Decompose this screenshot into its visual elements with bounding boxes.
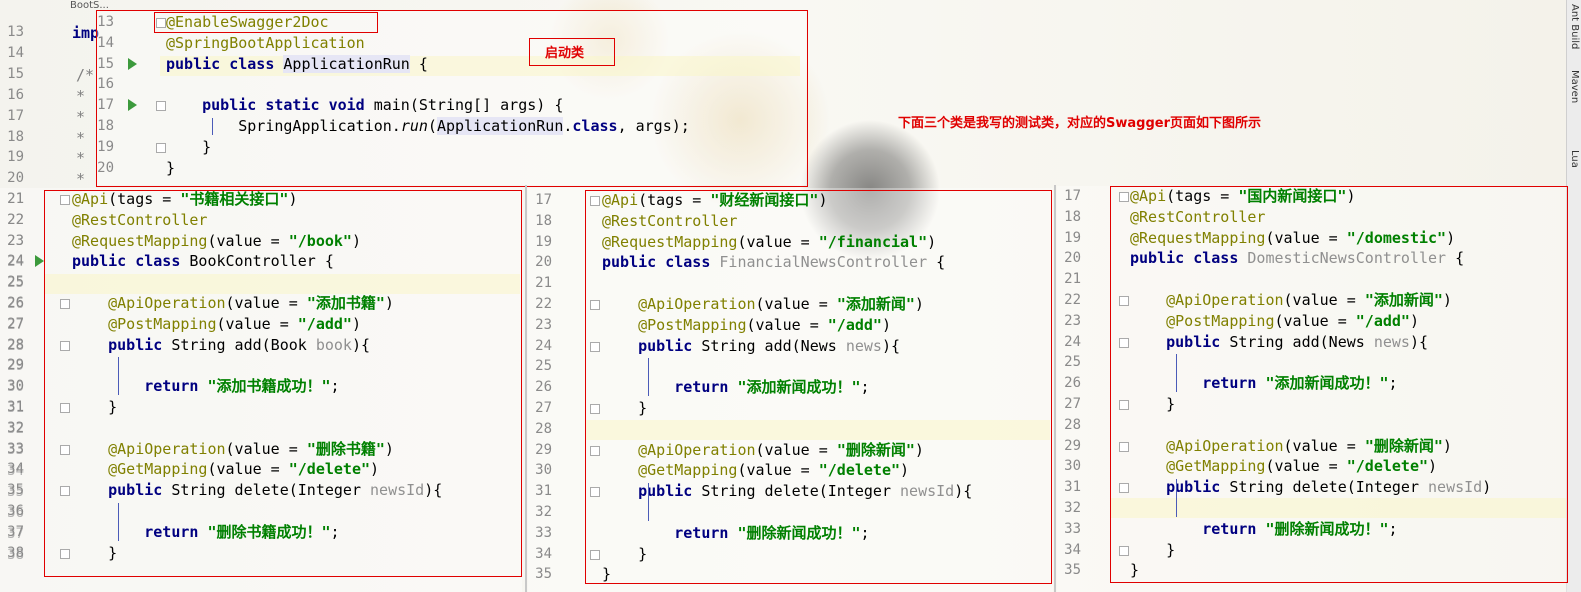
line-number: 22 bbox=[1064, 292, 1081, 308]
line-number: 28 bbox=[7, 336, 24, 353]
code-line-fragment: * bbox=[76, 86, 86, 105]
line-number: 33 bbox=[7, 440, 24, 457]
line-number: 33 bbox=[535, 524, 552, 541]
line-number: 35 bbox=[535, 566, 552, 583]
line-number: 13 bbox=[7, 24, 24, 40]
line-number: 23 bbox=[7, 232, 24, 249]
book-controller-highlight-box bbox=[44, 190, 522, 577]
line-number: 21 bbox=[7, 191, 24, 207]
line-number: 22 bbox=[7, 211, 24, 228]
line-number: 32 bbox=[7, 419, 24, 436]
line-number: 34 bbox=[7, 461, 24, 478]
line-number: 24 bbox=[535, 337, 552, 354]
ant-build-tab[interactable]: Ant Build bbox=[1569, 4, 1580, 49]
lua-tab[interactable]: Lua bbox=[1569, 150, 1580, 168]
line-number: 29 bbox=[535, 441, 552, 458]
line-number: 26 bbox=[7, 295, 24, 311]
line-number: 19 bbox=[535, 233, 552, 250]
line-number: 25 bbox=[535, 358, 552, 375]
line-number: 24 bbox=[1064, 333, 1081, 350]
line-number: 31 bbox=[1064, 479, 1081, 496]
line-number: 23 bbox=[1064, 312, 1081, 329]
line-number: 25 bbox=[7, 274, 24, 291]
line-number: 17 bbox=[535, 192, 552, 208]
line-number: 38 bbox=[7, 544, 24, 561]
line-number: 18 bbox=[535, 212, 552, 229]
line-number: 19 bbox=[1064, 229, 1081, 246]
line-number: 18 bbox=[7, 128, 24, 145]
line-number: 20 bbox=[1064, 250, 1081, 267]
line-number: 19 bbox=[7, 149, 24, 166]
line-number: 27 bbox=[535, 400, 552, 416]
line-number: 32 bbox=[1064, 500, 1081, 516]
line-number: 24 bbox=[7, 253, 24, 270]
line-number: 36 bbox=[7, 503, 24, 519]
line-number: 30 bbox=[7, 378, 24, 395]
line-number: 29 bbox=[1064, 437, 1081, 454]
line-number: 25 bbox=[1064, 354, 1081, 371]
financial-controller-highlight-box bbox=[585, 190, 1052, 584]
line-number: 35 bbox=[1064, 562, 1081, 579]
line-number: 27 bbox=[1064, 396, 1081, 412]
line-number: 17 bbox=[1064, 188, 1081, 204]
code-line-fragment: * bbox=[76, 107, 86, 126]
editor-tab[interactable]: BootS... bbox=[70, 0, 109, 11]
line-number: 27 bbox=[7, 315, 24, 332]
line-number: 20 bbox=[535, 254, 552, 271]
line-number: 29 bbox=[7, 357, 24, 374]
line-number: 35 bbox=[7, 482, 24, 499]
line-number: 30 bbox=[535, 462, 552, 479]
line-number: 14 bbox=[7, 44, 24, 61]
line-number: 33 bbox=[1064, 520, 1081, 537]
line-number: 30 bbox=[1064, 458, 1081, 475]
run-gutter-icon[interactable] bbox=[35, 255, 44, 268]
enable-swagger-highlight-box bbox=[154, 12, 378, 33]
line-number: 28 bbox=[535, 420, 552, 437]
line-number: 31 bbox=[535, 483, 552, 500]
line-number: 37 bbox=[7, 523, 24, 540]
line-number: 17 bbox=[7, 107, 24, 124]
startup-class-label: 启动类 bbox=[545, 46, 585, 61]
line-number: 21 bbox=[1064, 271, 1081, 288]
maven-tab[interactable]: Maven bbox=[1569, 70, 1580, 103]
line-number: 26 bbox=[535, 379, 552, 396]
application-run-highlight-box bbox=[96, 10, 808, 187]
line-number: 32 bbox=[535, 504, 552, 520]
line-number: 21 bbox=[535, 275, 552, 292]
code-line-fragment: * bbox=[76, 149, 86, 168]
right-tool-strip: Ant Build Maven Lua bbox=[1566, 0, 1581, 592]
test-class-note: 下面三个类是我写的测试类，对应的Swagger页面如下图所示 bbox=[898, 116, 1261, 131]
code-line-fragment: * bbox=[76, 128, 86, 147]
line-number: 22 bbox=[535, 296, 552, 312]
line-number: 15 bbox=[7, 65, 24, 82]
line-number: 34 bbox=[535, 545, 552, 562]
line-number: 34 bbox=[1064, 541, 1081, 558]
line-number: 31 bbox=[7, 399, 24, 415]
line-number: 28 bbox=[1064, 416, 1081, 433]
line-number: 16 bbox=[7, 86, 24, 103]
line-number: 23 bbox=[535, 316, 552, 333]
line-number: 26 bbox=[1064, 375, 1081, 392]
line-number: 18 bbox=[1064, 208, 1081, 225]
line-number: 20 bbox=[7, 170, 24, 187]
domestic-controller-highlight-box bbox=[1110, 186, 1568, 583]
